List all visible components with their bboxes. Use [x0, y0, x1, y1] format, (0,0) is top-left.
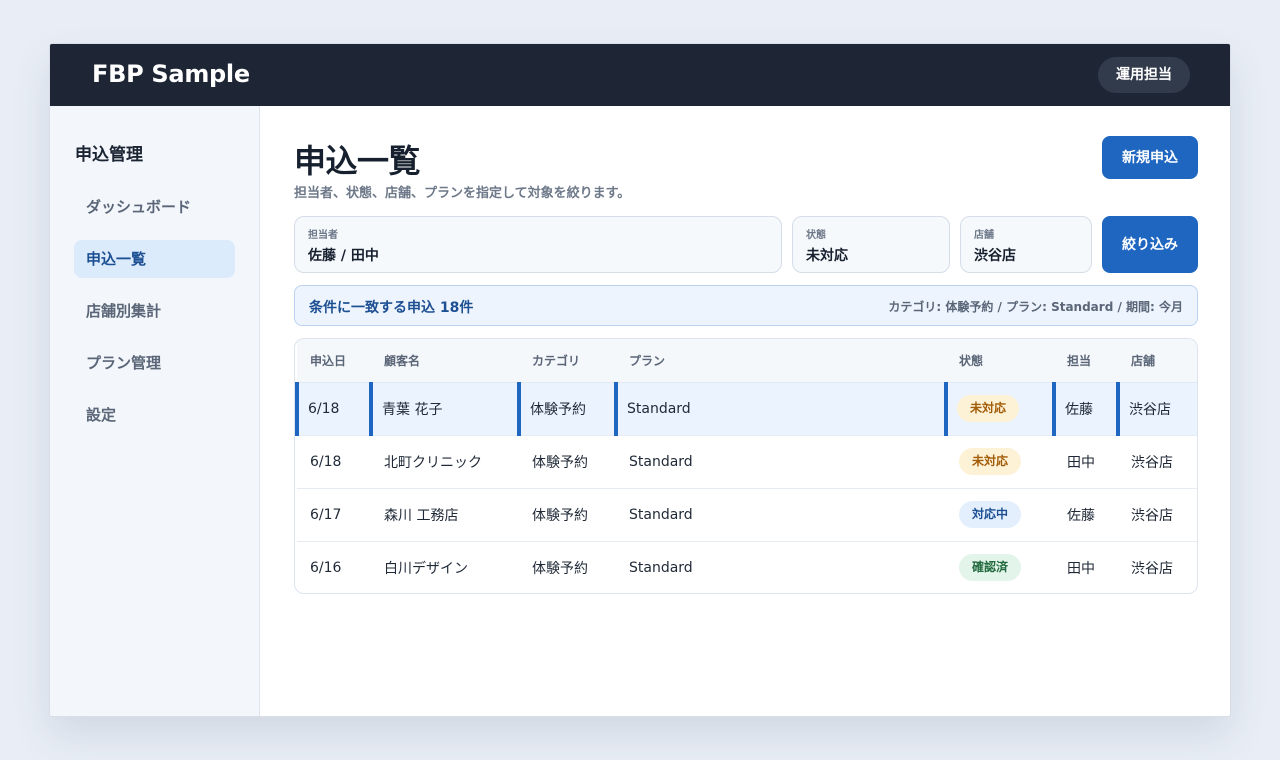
cell-store: 渋谷店: [1118, 435, 1197, 489]
sidebar-item-dashboard[interactable]: ダッシュボード: [74, 188, 235, 226]
status-filter[interactable]: 状態 未対応: [792, 216, 950, 273]
cell-assignee: 田中: [1054, 435, 1118, 489]
table-header-row: 申込日 顧客名 カテゴリ プラン 状態 担当 店舗: [297, 339, 1197, 383]
top-bar: FBP Sample 運用担当: [50, 44, 1230, 106]
table-row[interactable]: 6/16 白川デザイン 体験予約 Standard 確認済 田中 渋谷店: [297, 541, 1197, 593]
status-filter-label: 状態: [806, 230, 826, 241]
cell-customer[interactable]: 白川デザイン: [371, 541, 519, 593]
column-header-assignee[interactable]: 担当: [1054, 339, 1118, 383]
sidebar-title: 申込管理: [75, 145, 143, 165]
store-filter[interactable]: 店舗 渋谷店: [960, 216, 1092, 273]
cell-status: 対応中: [946, 488, 1054, 542]
store-filter-value[interactable]: 渋谷店: [974, 245, 1078, 265]
cell-status: 未対応: [944, 382, 1054, 436]
column-header-category[interactable]: カテゴリ: [519, 339, 616, 383]
cell-assignee: 佐藤: [1054, 488, 1118, 542]
cell-store: 渋谷店: [1118, 488, 1197, 542]
cell-customer[interactable]: 森川 工務店: [371, 488, 519, 542]
sidebar-item-plans[interactable]: プラン管理: [74, 344, 235, 382]
cell-store: 渋谷店: [1116, 382, 1197, 436]
assignee-filter[interactable]: 担当者 佐藤 / 田中: [294, 216, 782, 273]
result-summary: 条件に一致する申込 18件 カテゴリ: 体験予約 / プラン: Standard…: [294, 285, 1198, 326]
column-header-customer[interactable]: 顧客名: [371, 339, 519, 383]
cell-plan: Standard: [614, 382, 946, 436]
cell-date: 6/18: [295, 382, 371, 436]
app-window: FBP Sample 運用担当 申込管理 ダッシュボード 申込一覧 店舗別集計 …: [49, 43, 1231, 717]
cell-category: 体験予約: [517, 382, 616, 436]
store-filter-label: 店舗: [974, 230, 994, 241]
cell-date: 6/18: [297, 435, 371, 489]
new-application-button[interactable]: 新規申込: [1102, 136, 1198, 179]
cell-plan: Standard: [616, 435, 946, 489]
apply-filter-button[interactable]: 絞り込み: [1102, 216, 1198, 273]
cell-category: 体験予約: [519, 488, 616, 542]
status-badge: 未対応: [957, 395, 1020, 422]
sidebar-item-store-summary[interactable]: 店舗別集計: [74, 292, 235, 330]
column-header-date[interactable]: 申込日: [297, 339, 371, 383]
applications-table: 申込日 顧客名 カテゴリ プラン 状態 担当 店舗 6/18 青葉 花子 体験予…: [294, 338, 1198, 594]
cell-store: 渋谷店: [1131, 560, 1173, 577]
table-row[interactable]: 6/17 森川 工務店 体験予約 Standard 対応中 佐藤 渋谷店: [297, 488, 1197, 542]
cell-assignee: 田中: [1067, 560, 1095, 577]
table-row[interactable]: 6/18 青葉 花子 体験予約 Standard 未対応 佐藤 渋谷店: [295, 382, 1197, 436]
page-title: 申込一覧: [294, 142, 421, 180]
sidebar: 申込管理 ダッシュボード 申込一覧 店舗別集計 プラン管理 設定: [50, 106, 260, 716]
cell-assignee: 佐藤: [1052, 382, 1118, 436]
role-badge[interactable]: 運用担当: [1098, 57, 1190, 93]
cell-category: 体験予約: [519, 435, 616, 489]
cell-date: 6/16: [310, 559, 342, 576]
result-count: 条件に一致する申込 18件: [309, 300, 474, 316]
sidebar-nav: ダッシュボード 申込一覧 店舗別集計 プラン管理 設定: [74, 188, 235, 448]
column-header-store[interactable]: 店舗: [1118, 339, 1197, 383]
cell-customer[interactable]: 青葉 花子: [369, 382, 519, 436]
sidebar-item-applications[interactable]: 申込一覧: [74, 240, 235, 278]
cell-category: 体験予約: [532, 560, 588, 577]
cell-customer[interactable]: 北町クリニック: [371, 435, 519, 489]
column-header-status[interactable]: 状態: [946, 339, 1054, 383]
column-header-plan[interactable]: プラン: [616, 339, 946, 383]
cell-date: 6/17: [297, 488, 371, 542]
assignee-filter-value[interactable]: 佐藤 / 田中: [308, 245, 768, 265]
status-badge: 確認済: [959, 554, 1022, 582]
cell-status: 未対応: [946, 435, 1054, 489]
status-badge: 対応中: [959, 501, 1022, 528]
filter-conditions: カテゴリ: 体験予約 / プラン: Standard / 期間: 今月: [888, 300, 1183, 314]
assignee-filter-label: 担当者: [308, 230, 338, 241]
brand-logo[interactable]: FBP Sample: [92, 60, 250, 88]
status-badge: 未対応: [959, 448, 1022, 475]
page-description: 担当者、状態、店舗、プランを指定して対象を絞ります。: [294, 186, 631, 201]
status-filter-value[interactable]: 未対応: [806, 245, 936, 265]
main-content: 申込一覧 担当者、状態、店舗、プランを指定して対象を絞ります。 新規申込 担当者…: [260, 106, 1230, 716]
table-row[interactable]: 6/18 北町クリニック 体験予約 Standard 未対応 田中 渋谷店: [297, 435, 1197, 489]
cell-status: 確認済: [946, 541, 1054, 593]
sidebar-item-settings[interactable]: 設定: [74, 396, 235, 434]
cell-plan: Standard: [629, 559, 693, 576]
cell-plan: Standard: [616, 488, 946, 542]
